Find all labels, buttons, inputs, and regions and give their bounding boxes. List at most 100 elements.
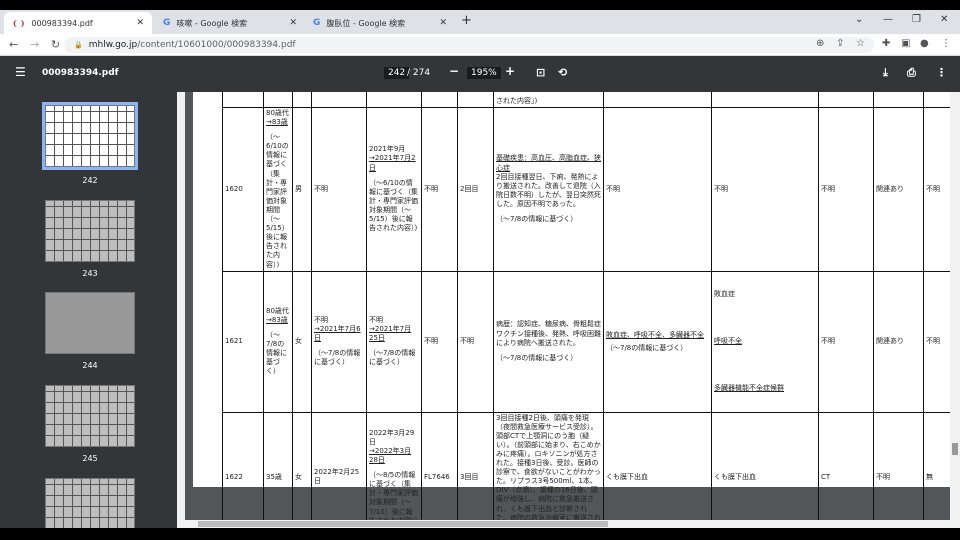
lot: 不明 xyxy=(421,270,458,413)
close-window-button[interactable]: ✕ xyxy=(940,14,948,25)
autopsy: CT xyxy=(818,411,874,520)
page-thumbnail[interactable] xyxy=(45,292,135,354)
autopsy: 不明 xyxy=(818,270,874,413)
vaccination-date: 2022年2月25日 xyxy=(311,411,367,520)
vertical-scrollbar[interactable] xyxy=(950,92,960,528)
tab-label: 腹臥位 - Google 検索 xyxy=(326,18,406,28)
dose: 2回目 xyxy=(457,107,494,272)
mhlw-favicon-icon: ❨❩ xyxy=(12,18,26,28)
url-input[interactable]: 🔒 mhlw.go.jp/content/10601000/000983394.p… xyxy=(64,37,874,53)
age: 80歳代 xyxy=(266,109,289,117)
cause-of-death: 敗血症、呼吸不全、多臓器不全 xyxy=(606,330,704,339)
download-icon[interactable]: ⤓ xyxy=(883,66,888,80)
cause-of-death-evaluated: 不明 xyxy=(711,107,819,272)
side-panel-icon[interactable]: ▣ xyxy=(901,38,910,49)
dose: 3回目 xyxy=(457,411,494,520)
horizontal-scrollbar[interactable] xyxy=(185,520,950,528)
lot: FL7646 xyxy=(421,411,458,520)
url-path: /content/10601000/000983394.pdf xyxy=(137,40,296,50)
close-tab-icon[interactable]: ✕ xyxy=(136,18,144,28)
note: （～8/5の情報に基づく（集計・専門家評価対象期間（～7/10）後に報告された内… xyxy=(369,471,418,520)
extra: 不明 xyxy=(923,270,951,413)
cause-of-death: 不明 xyxy=(603,107,712,272)
new-tab-button[interactable]: + xyxy=(461,13,472,28)
table-row: 1620 80歳代 →83歳 （～6/10の情報に基づく（集計・専門家評価対象期間（… xyxy=(222,107,951,272)
case-number: 1621 xyxy=(222,270,264,413)
sidebar-scrollbar[interactable] xyxy=(177,92,185,528)
lock-icon: 🔒 xyxy=(74,41,83,49)
zoom-in-button[interactable]: + xyxy=(505,64,515,78)
zoom-level-input[interactable]: 195% xyxy=(467,67,501,79)
history: 2回目接種翌日、下痢、発熱により搬送された。改善して退院（入院日数不明）したが、… xyxy=(496,172,601,208)
zoom-icon[interactable]: ⊕ xyxy=(816,38,824,49)
case-number: 1622 xyxy=(222,411,264,520)
more-options-icon[interactable]: ⋮ xyxy=(936,66,947,79)
zoom-out-button[interactable]: − xyxy=(449,64,459,78)
page-number-input[interactable]: 242 xyxy=(384,67,410,79)
history: 病歴：認知症、糖尿病、骨粗鬆症 ワクチン接種後、発熱、呼吸困難により病院へ搬送さ… xyxy=(496,320,601,347)
vertical-scrollbar-thumb[interactable] xyxy=(952,443,958,455)
note: （～7/8の情報に基づく） xyxy=(496,215,578,224)
page-thumbnail[interactable] xyxy=(42,102,138,170)
pdf-toolbar: ☰ 000983394.pdf 242 / 274 − 195% + ⊡ ⟲ ⤓… xyxy=(0,56,960,92)
vaccination-corrected: →2021年7月6日 xyxy=(314,324,361,343)
history-underlined: 基礎疾患：高血圧、高脂血症、狭心症 xyxy=(496,154,601,172)
bookmark-star-icon[interactable]: ☆ xyxy=(856,38,865,49)
page-thumbnail[interactable] xyxy=(45,200,135,262)
cause-item: 多臓器機能不全症候群 xyxy=(714,384,784,393)
reload-button[interactable]: ↻ xyxy=(51,38,60,51)
fit-page-icon[interactable]: ⊡ xyxy=(536,66,545,79)
profile-avatar[interactable]: ● xyxy=(920,38,929,49)
table-row: された内容」) xyxy=(222,92,951,108)
google-icon: G xyxy=(313,18,321,28)
age-corrected: →83歳 xyxy=(266,118,288,127)
menu-icon[interactable]: ⋮ xyxy=(941,38,951,49)
horizontal-scrollbar-thumb[interactable] xyxy=(198,521,608,527)
onset-corrected: →2022年3月28日 xyxy=(369,446,412,465)
relation: 関連あり xyxy=(873,270,924,413)
tab-pdf[interactable]: ❨❩ 000983394.pdf ✕ xyxy=(4,12,152,34)
note: （～7/8の情報に基づく） xyxy=(266,330,287,376)
sex: 女 xyxy=(292,411,312,520)
extra: 無 xyxy=(923,411,951,520)
hamburger-menu-icon[interactable]: ☰ xyxy=(15,65,26,79)
thumbnail-label: 244 xyxy=(82,361,98,370)
table-row: 1621 80歳代 →83歳 （～7/8の情報に基づく） 女 不明 →2021年7月6… xyxy=(222,270,951,413)
note: （～7/8の情報に基づく） xyxy=(496,353,578,362)
tab-label: 咳嗽 - Google 検索 xyxy=(176,18,248,28)
thumbnail-label: 245 xyxy=(82,454,98,463)
forward-button[interactable]: → xyxy=(30,38,39,51)
page-thumbnail[interactable] xyxy=(45,385,135,447)
bottom-bar xyxy=(0,528,960,540)
close-tab-icon[interactable]: ✕ xyxy=(289,18,297,28)
sex: 女 xyxy=(292,270,312,413)
onset-date: 不明 xyxy=(369,315,383,324)
tab-google-2[interactable]: G 腹臥位 - Google 検索 ✕ xyxy=(305,12,455,34)
rotate-icon[interactable]: ⟲ xyxy=(558,66,567,79)
share-icon[interactable]: ⇪ xyxy=(836,38,844,49)
tab-google-1[interactable]: G 咳嗽 - Google 検索 ✕ xyxy=(155,12,305,34)
close-tab-icon[interactable]: ✕ xyxy=(439,18,447,28)
relation: 不明 xyxy=(873,411,924,520)
minimize-button[interactable]: — xyxy=(883,14,893,25)
note: （～7/8の情報に基づく） xyxy=(314,349,361,367)
cause-of-death-evaluated: くも膜下出血 xyxy=(711,411,819,520)
extra: 不明 xyxy=(923,107,951,272)
pdf-viewport: された内容」) 1620 80歳代 →83歳 （～6/10の情報に基づく（集計・専門… xyxy=(185,92,960,520)
case-number: 1620 xyxy=(222,107,264,272)
note: （～6/10の情報に基づく（集計・専門家評価対象期間（～5/15）後に報告された… xyxy=(266,133,289,269)
extensions-icon[interactable]: ✚ xyxy=(882,38,890,49)
print-icon[interactable]: ⎙ xyxy=(907,66,916,80)
cause-item: 敗血症 xyxy=(714,289,735,298)
maximize-button[interactable]: ❐ xyxy=(912,14,921,25)
page-total: / 274 xyxy=(407,68,431,78)
age: 80歳代 xyxy=(266,306,289,315)
tab-search-icon[interactable]: ⌄ xyxy=(855,14,863,25)
note: （～6/10の情報に基づく（集計・専門家評価対象期間（～5/15）後に報告された… xyxy=(369,178,418,233)
age: 35歳 xyxy=(263,411,293,520)
tab-label: 000983394.pdf xyxy=(31,18,93,28)
relation: 関連あり xyxy=(873,107,924,272)
autopsy: 不明 xyxy=(818,107,874,272)
url-host: mhlw.go.jp xyxy=(88,40,138,50)
back-button[interactable]: ← xyxy=(9,38,18,51)
